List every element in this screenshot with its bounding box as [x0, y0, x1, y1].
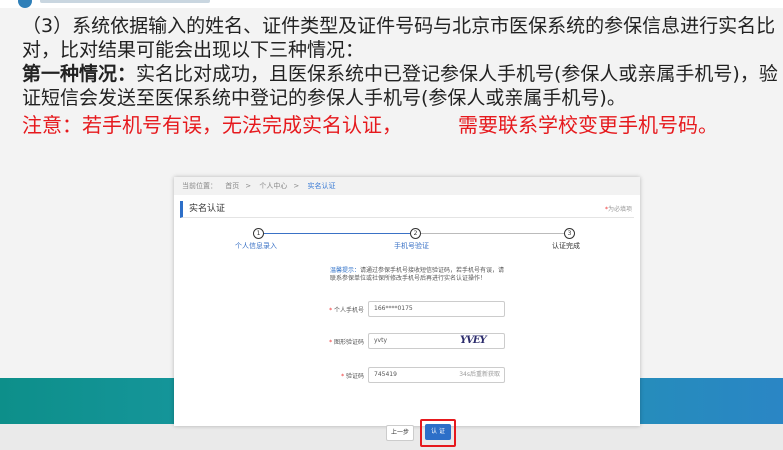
confirm-highlight: 认 证 [420, 419, 456, 447]
captcha-input[interactable]: yvty YVEY [368, 333, 505, 349]
logo-icon [18, 0, 32, 8]
case-text: 实名比对成功，且医保系统中已登记参保人手机号(参保人或亲属手机号)，验证短信会发… [22, 63, 778, 109]
captcha-label-text: 图形验证码 [333, 339, 364, 346]
step-line-1 [260, 233, 410, 234]
resend-sms-button[interactable]: 34s后重新获取 [459, 368, 500, 382]
verify-button[interactable]: 认 证 [425, 424, 451, 440]
phone-label-text: 个人手机号 [333, 307, 364, 314]
case-label: 第一种情况： [22, 63, 137, 85]
step-2-circle: 2 [410, 228, 421, 239]
breadcrumb: 当前位置： 首页 > 个人中心 > 实名认证 [174, 177, 640, 195]
embedded-screenshot: 当前位置： 首页 > 个人中心 > 实名认证 实名认证 *为必填项 1 2 3 个人… [174, 177, 640, 447]
breadcrumb-home[interactable]: 首页 [225, 182, 239, 190]
sms-code-value: 745419 [374, 371, 397, 378]
captcha-image[interactable]: YVEY [460, 335, 498, 347]
warning-note: 注意：若手机号有误，无法完成实名认证， 需要联系学校变更手机号码。 [22, 112, 782, 138]
sms-label: * 验证码 [341, 373, 364, 380]
verification-panel: 实名认证 *为必填项 1 2 3 个人信息录入 手机号验证 认证完成 温馨提示：… [180, 201, 634, 447]
phone-label: * 个人手机号 [329, 307, 364, 314]
step-2-label: 手机号验证 [394, 242, 429, 250]
warning-note-part1: 注意：若手机号有误，无法完成实名认证， [22, 113, 402, 137]
phone-row: * 个人手机号 166****0175 [180, 301, 634, 317]
step-progress: 1 2 3 个人信息录入 手机号验证 认证完成 [180, 227, 634, 253]
breadcrumb-prefix: 当前位置： [182, 182, 217, 190]
captcha-value: yvty [374, 337, 388, 344]
step-1-label: 个人信息录入 [235, 242, 277, 250]
step-1-circle: 1 [253, 228, 264, 239]
step-3-label: 认证完成 [552, 242, 580, 250]
top-strip [0, 0, 783, 8]
panel-title: 实名认证 [180, 201, 634, 218]
tip-label: 温馨提示： [330, 267, 361, 274]
captcha-row: * 图形验证码 yvty YVEY [180, 333, 634, 349]
top-header-graphic [40, 0, 210, 3]
intro-paragraph: （3）系统依据输入的姓名、证件类型及证件号码与北京市医保系统的参保信息进行实名比… [22, 15, 776, 61]
sms-code-input[interactable]: 745419 34s后重新获取 [368, 367, 505, 383]
required-note: *为必填项 [604, 206, 632, 213]
slide-body: （3）系统依据输入的姓名、证件类型及证件号码与北京市医保系统的参保信息进行实名比… [22, 14, 782, 138]
tip-box: 温馨提示：请通过参保手机号接收短信验证码，若手机号有误，请联系参保单位或社保所修… [330, 267, 510, 283]
previous-step-button[interactable]: 上一步 [386, 425, 414, 441]
sms-row: * 验证码 745419 34s后重新获取 [180, 367, 634, 383]
breadcrumb-current: 实名认证 [307, 182, 336, 190]
case-paragraph: 第一种情况：实名比对成功，且医保系统中已登记参保人手机号(参保人或亲属手机号)，… [22, 62, 782, 110]
required-note-text: 为必填项 [607, 206, 632, 213]
captcha-label: * 图形验证码 [329, 339, 364, 346]
sms-label-text: 验证码 [345, 373, 364, 380]
phone-field[interactable]: 166****0175 [368, 301, 505, 317]
breadcrumb-personal-center[interactable]: 个人中心 [259, 182, 287, 190]
warning-note-part2: 需要联系学校变更手机号码。 [458, 113, 718, 137]
step-3-circle: 3 [564, 228, 575, 239]
step-line-2 [420, 233, 565, 234]
